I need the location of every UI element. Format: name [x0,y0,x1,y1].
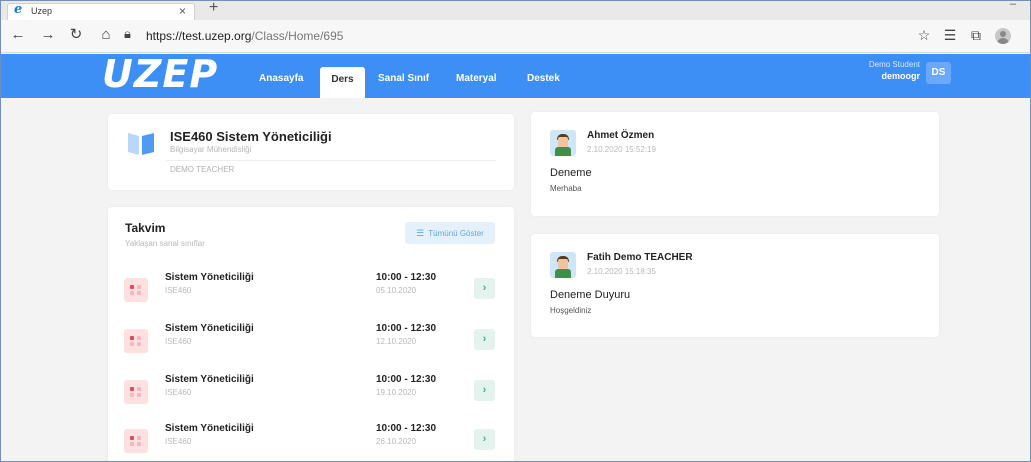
url-host: https://test.uzep.org [146,29,252,43]
class-date: 05.10.2020 [376,286,417,295]
calendar-title: Takvim [125,221,166,235]
class-icon [124,429,148,453]
browser-window: e Uzep × + – ← → ↻ ⌂ 🔒︎ https://test.uze… [0,0,1031,462]
announcement-title: Deneme [550,167,592,179]
calendar-subtitle: Yaklaşan sanal sınıflar [125,239,205,248]
class-icon [124,278,148,302]
class-time: 10:00 - 12:30 [376,323,437,334]
announcement-title: Deneme Duyuru [550,289,631,301]
calendar-item: Sistem Yöneticiliği ISE460 10:00 - 12:30… [108,272,514,322]
tab-close-icon[interactable]: × [179,4,186,18]
address-bar: ← → ↻ ⌂ 🔒︎ https://test.uzep.org/Class/H… [1,20,1030,53]
class-name: Sistem Yöneticiliği [165,272,254,283]
announcement-body: Merhaba [550,184,582,193]
announcement-time: 2.10.2020 15:18:35 [587,267,656,276]
nav-destek[interactable]: Destek [527,73,560,84]
url-path: /Class/Home/695 [251,29,344,43]
class-time: 10:00 - 12:30 [376,272,437,283]
calendar-item: Sistem Yöneticiliği ISE460 10:00 - 12:30… [108,423,514,461]
profile-icon[interactable] [995,28,1011,44]
nav-ders[interactable]: Ders [320,67,365,98]
chevron-right-icon[interactable]: › [474,380,495,401]
class-time: 10:00 - 12:30 [376,374,437,385]
calendar-item: Sistem Yöneticiliği ISE460 10:00 - 12:30… [108,323,514,373]
nav-anasayfa[interactable]: Anasayfa [259,73,303,84]
new-tab-icon[interactable]: + [209,1,218,17]
site-logo[interactable]: UZEP [102,52,218,96]
chevron-right-icon[interactable]: › [474,278,495,299]
author-avatar [550,130,576,156]
announcement-author: Ahmet Özmen [587,130,655,141]
class-icon [124,329,148,353]
nav-sanal-sinif[interactable]: Sanal Sınıf [378,73,429,84]
announcement-card: Fatih Demo TEACHER 2.10.2020 15:18:35 De… [531,234,939,337]
class-name: Sistem Yöneticiliği [165,423,254,434]
course-teacher: DEMO TEACHER [170,165,235,174]
favorites-list-icon[interactable]: ☰ [941,26,959,44]
back-icon[interactable]: ← [9,26,27,44]
course-department: Bilgisayar Mühendisliği [170,145,252,154]
class-date: 12.10.2020 [376,337,417,346]
divider [166,160,496,161]
course-title: ISE460 Sistem Yöneticiliği [170,129,332,144]
show-all-button[interactable]: ☰ Tümünü Göster [405,222,495,244]
announcement-author: Fatih Demo TEACHER [587,252,693,263]
author-avatar [550,252,576,278]
class-code: ISE460 [165,437,192,446]
announcement-time: 2.10.2020 15:52:19 [587,145,656,154]
tab-strip: e Uzep × + – [1,1,1030,20]
nav-materyal[interactable]: Materyal [456,73,497,84]
url-field[interactable]: 🔒︎ https://test.uzep.org/Class/Home/695 [121,26,911,46]
site-header: UZEP Anasayfa Ders Sanal Sınıf Materyal … [1,52,1030,98]
chevron-right-icon[interactable]: › [474,429,495,450]
favorite-star-icon[interactable]: ☆ [915,26,933,44]
calendar-item: Sistem Yöneticiliği ISE460 10:00 - 12:30… [108,374,514,424]
course-card: ISE460 Sistem Yöneticiliği Bilgisayar Mü… [108,114,514,190]
class-code: ISE460 [165,337,192,346]
announcement-body: Hoşgeldiniz [550,306,592,315]
class-date: 19.10.2020 [376,388,417,397]
minimize-icon[interactable]: – [1010,1,1016,10]
refresh-icon[interactable]: ↻ [67,26,85,44]
class-icon [124,380,148,404]
user-avatar[interactable]: DS [926,62,951,84]
browser-tab[interactable]: e Uzep × [7,2,195,20]
lock-icon: 🔒︎ [124,26,131,41]
class-name: Sistem Yöneticiliği [165,323,254,334]
user-display-name: Demo Student [868,60,920,69]
announcement-card: Ahmet Özmen 2.10.2020 15:52:19 Deneme Me… [531,112,939,216]
class-date: 26.10.2020 [376,437,417,446]
class-time: 10:00 - 12:30 [376,423,437,434]
forward-icon[interactable]: → [39,26,57,44]
tab-title: Uzep [31,6,53,16]
edge-favicon-icon: e [14,2,23,17]
home-icon[interactable]: ⌂ [97,26,115,44]
user-login-name: demoogr [881,71,920,81]
class-code: ISE460 [165,388,192,397]
collections-icon[interactable]: ⧉ [967,26,985,44]
class-name: Sistem Yöneticiliği [165,374,254,385]
class-code: ISE460 [165,286,192,295]
list-icon: ☰ [416,228,425,238]
book-icon [128,133,154,155]
show-all-label: Tümünü Göster [428,229,484,238]
chevron-right-icon[interactable]: › [474,329,495,350]
calendar-card: Takvim Yaklaşan sanal sınıflar ☰ Tümünü G… [108,207,514,461]
